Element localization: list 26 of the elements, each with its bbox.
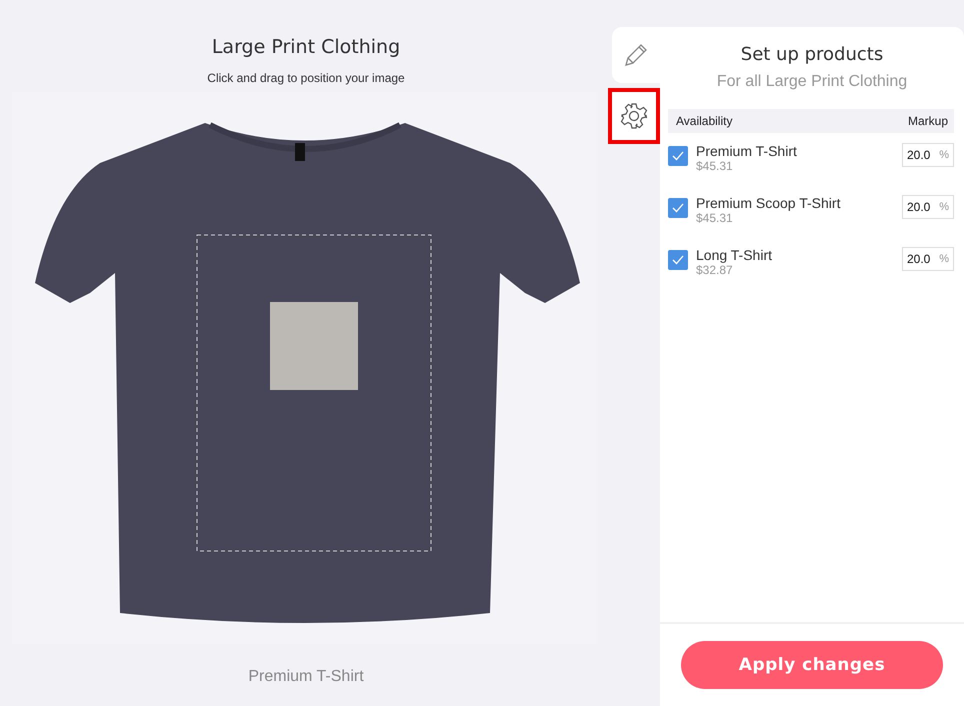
markup-field[interactable]: 20.0 %	[902, 195, 954, 219]
checkbox[interactable]	[668, 146, 688, 166]
product-price: $45.31	[696, 159, 734, 173]
instruction-text: Click and drag to position your image	[207, 71, 405, 85]
preview-title: Large Print Clothing	[212, 36, 400, 58]
panel-subtitle: For all Large Print Clothing	[716, 73, 908, 91]
product-name: Premium Scoop T-Shirt	[696, 195, 842, 211]
check-icon	[672, 255, 684, 265]
check-icon	[672, 203, 684, 213]
panel-title: Set up products	[740, 44, 884, 65]
pencil-icon	[623, 42, 649, 68]
column-header: Availability	[676, 114, 732, 128]
tool-tab[interactable]	[608, 88, 660, 144]
markup-field[interactable]: 20.0 %	[902, 143, 954, 167]
product-name: Long T-Shirt	[696, 247, 774, 263]
product-name: Premium T-Shirt	[248, 668, 364, 686]
product-price: $32.87	[696, 263, 734, 277]
checkbox[interactable]	[668, 198, 688, 218]
product-name: Premium T-Shirt	[696, 143, 798, 159]
product-price: $45.31	[696, 211, 734, 225]
settings-icon	[620, 102, 648, 130]
column-header: Markup	[908, 114, 948, 128]
tool-tab[interactable]	[612, 27, 660, 83]
checkbox[interactable]	[668, 250, 688, 270]
markup-field[interactable]: 20.0 %	[902, 247, 954, 271]
check-icon	[672, 151, 684, 161]
